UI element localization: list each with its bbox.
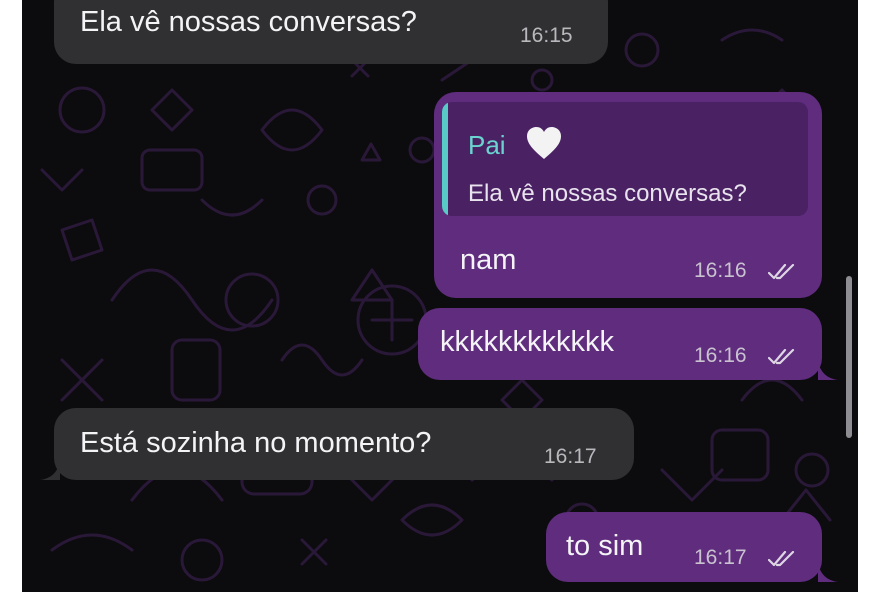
message-time: 16:16 bbox=[694, 344, 747, 367]
double-check-icon bbox=[767, 348, 796, 365]
message-bubble-outgoing[interactable]: kkkkkkkkkkkk 16:16 bbox=[418, 308, 822, 380]
bubble-tail bbox=[818, 362, 838, 380]
chat-area[interactable]: Ela vê nossas conversas? 16:15 Pai Ela v… bbox=[22, 0, 858, 592]
scrollbar[interactable] bbox=[846, 276, 852, 438]
bubble-tail bbox=[40, 462, 60, 480]
double-check-icon bbox=[767, 263, 796, 280]
bubble-tail bbox=[818, 564, 838, 582]
quoted-reply[interactable]: Pai Ela vê nossas conversas? bbox=[442, 102, 808, 216]
message-bubble-outgoing[interactable]: to sim 16:17 bbox=[546, 512, 822, 582]
message-text: Ela vê nossas conversas? bbox=[80, 6, 417, 38]
message-text: kkkkkkkkkkkk bbox=[440, 326, 614, 358]
quoted-message-text: Ela vê nossas conversas? bbox=[468, 180, 747, 207]
message-text: Está sozinha no momento? bbox=[80, 427, 432, 459]
message-text: to sim bbox=[566, 530, 644, 562]
message-time: 16:17 bbox=[694, 546, 747, 569]
message-time: 16:15 bbox=[520, 24, 573, 47]
message-bubble-outgoing[interactable]: Pai Ela vê nossas conversas? nam 16:16 bbox=[434, 92, 822, 298]
quoted-sender-name: Pai bbox=[468, 130, 506, 160]
double-check-icon bbox=[767, 550, 796, 567]
white-heart-icon bbox=[524, 124, 564, 164]
message-bubble-incoming[interactable]: Ela vê nossas conversas? 16:15 bbox=[54, 0, 608, 64]
message-bubble-incoming[interactable]: Está sozinha no momento? 16:17 bbox=[54, 408, 634, 480]
message-time: 16:17 bbox=[544, 445, 597, 468]
message-time: 16:16 bbox=[694, 259, 747, 282]
quote-accent-bar bbox=[442, 102, 448, 216]
message-text: nam bbox=[460, 244, 517, 276]
